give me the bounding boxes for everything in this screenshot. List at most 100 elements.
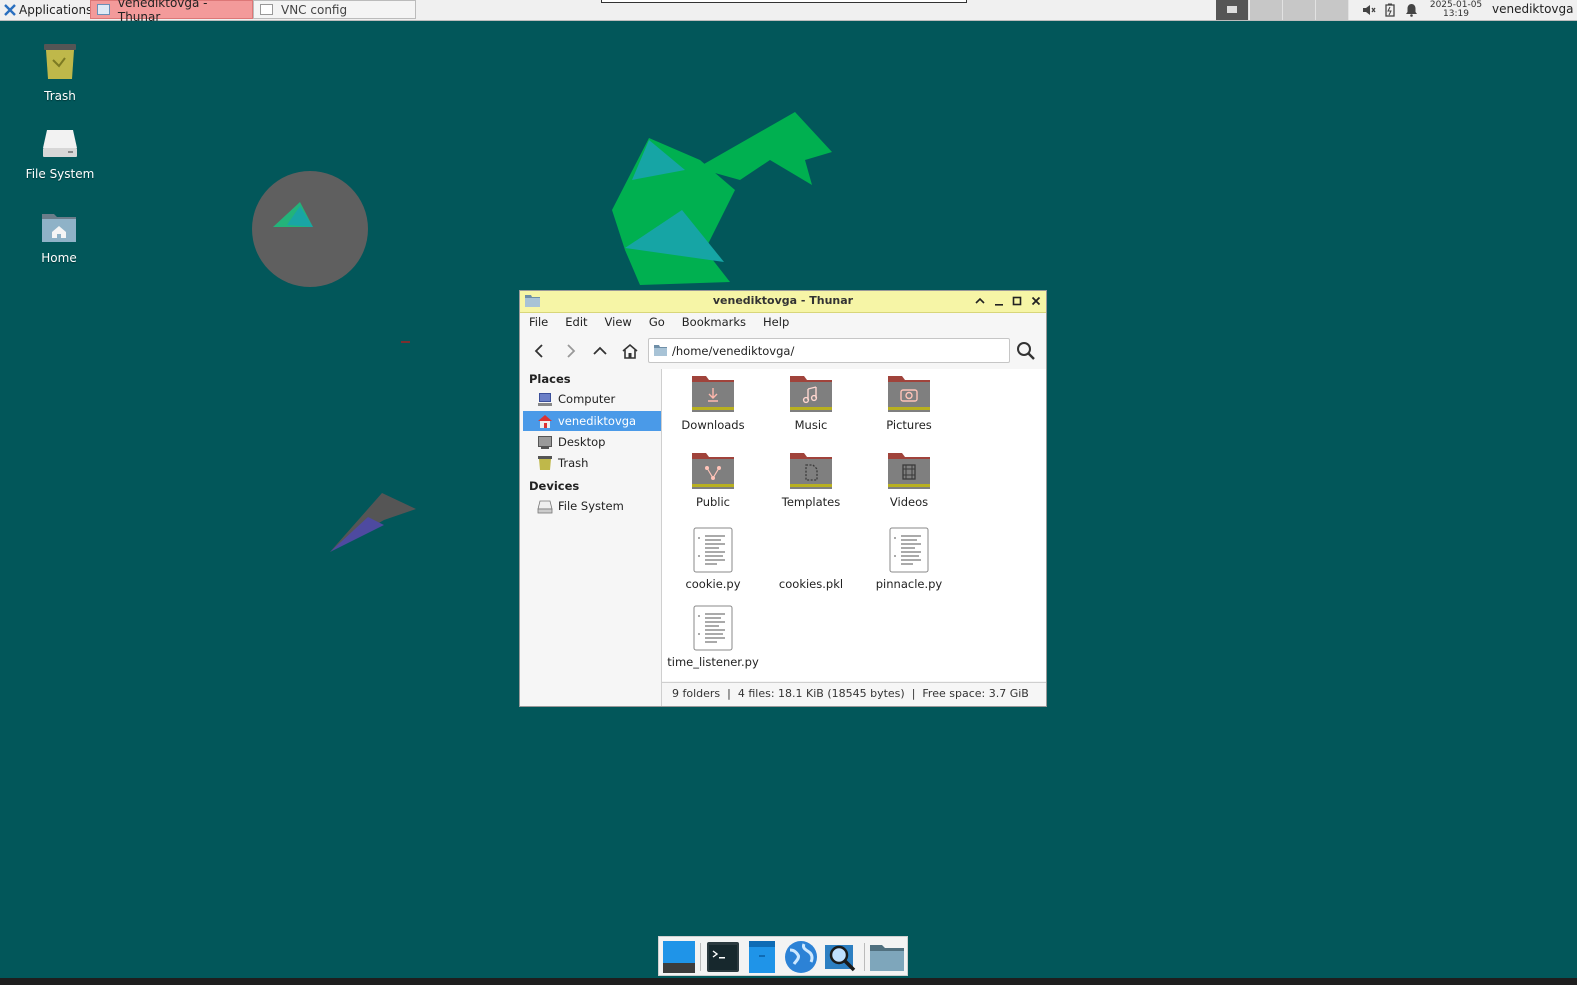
clock[interactable]: 2025-01-05 13:19: [1425, 0, 1487, 21]
search-app-button[interactable]: [824, 940, 858, 974]
status-text: 9 folders | 4 files: 18.1 KiB (18545 byt…: [672, 687, 1029, 700]
drive-icon: [537, 500, 553, 514]
location-bar[interactable]: /home/venediktovga/: [648, 338, 1010, 363]
desktop-icon-label: File System: [25, 167, 95, 181]
applications-menu[interactable]: Applications :: [0, 0, 104, 20]
web-browser-button[interactable]: [784, 940, 818, 974]
file-item-cookie-py[interactable]: cookie.py: [664, 527, 762, 591]
parent-folder-button[interactable]: [588, 339, 612, 363]
text-file-icon: [889, 527, 929, 573]
menu-go[interactable]: Go: [640, 313, 673, 333]
file-name: Templates: [781, 495, 841, 509]
file-item-videos[interactable]: Videos: [860, 451, 958, 509]
desktop-icon-label: Home: [41, 251, 77, 265]
file-name: cookie.py: [685, 577, 741, 591]
volume-muted-icon[interactable]: [1361, 2, 1377, 18]
folder-icon: [870, 945, 904, 971]
file-item-downloads[interactable]: Downloads: [664, 374, 762, 432]
menu-file[interactable]: File: [520, 313, 556, 333]
desktop-icon-home[interactable]: Home: [14, 210, 104, 265]
minimize-button[interactable]: [991, 293, 1007, 309]
file-item-cookies-pkl[interactable]: cookies.pkl: [762, 527, 860, 591]
top-panel: Applications : venediktovga - Thunar VNC…: [0, 0, 1577, 24]
window-titlebar[interactable]: venediktovga - Thunar: [520, 291, 1046, 313]
forward-button[interactable]: [558, 339, 582, 363]
location-path: /home/venediktovga/: [672, 343, 795, 358]
dock-separator: [700, 943, 701, 971]
menu-help[interactable]: Help: [754, 313, 797, 333]
file-item-time-listener-py[interactable]: time_listener.py: [664, 605, 762, 669]
desktop-icon-trash[interactable]: Trash: [15, 42, 105, 103]
arrow-right-icon: [567, 344, 576, 358]
folder-button[interactable]: [870, 940, 904, 974]
close-icon: [1031, 296, 1041, 306]
sidebar-item-home[interactable]: venediktovga: [523, 411, 661, 431]
back-button[interactable]: [528, 339, 552, 363]
window-title: venediktovga - Thunar: [712, 294, 854, 307]
file-item-templates[interactable]: Templates: [762, 451, 860, 509]
show-desktop-icon: [663, 941, 695, 973]
file-name: Pictures: [886, 418, 932, 432]
menu-edit[interactable]: Edit: [556, 313, 595, 333]
home-icon: [538, 415, 552, 428]
file-name: cookies.pkl: [778, 577, 844, 591]
file-item-pinnacle-py[interactable]: pinnacle.py: [860, 527, 958, 591]
menubar: File Edit View Go Bookmarks Help: [520, 313, 1046, 333]
show-desktop-button[interactable]: [662, 940, 696, 974]
arrow-up-icon: [593, 346, 607, 355]
files-button[interactable]: [745, 940, 779, 974]
workspace-2[interactable]: [1250, 0, 1283, 20]
user-menu[interactable]: venediktovga: [1492, 0, 1574, 20]
file-item-public[interactable]: Public: [664, 451, 762, 509]
sidebar: Places Computer venediktovga Desktop Tra…: [520, 369, 662, 706]
workspace-3[interactable]: [1283, 0, 1316, 20]
folder-music-icon: [790, 376, 832, 412]
maximize-icon: [1012, 296, 1022, 306]
file-view[interactable]: Downloads Music Pictures Public Template…: [662, 369, 1046, 681]
battery-icon[interactable]: [1382, 2, 1398, 18]
status-bar: 9 folders | 4 files: 18.1 KiB (18545 byt…: [662, 682, 1046, 706]
folder-downloads-icon: [692, 376, 734, 412]
folder-videos-icon: [888, 453, 930, 489]
desktop-icon: [538, 436, 552, 449]
workspace-4[interactable]: [1316, 0, 1349, 20]
file-item-pictures[interactable]: Pictures: [860, 374, 958, 432]
notification-strip: [601, 0, 967, 3]
file-name: Downloads: [681, 418, 745, 432]
sidebar-item-desktop[interactable]: Desktop: [523, 432, 661, 452]
folder-templates-icon: [790, 453, 832, 489]
dock: [658, 936, 908, 976]
screen-bottom-edge: [0, 978, 1577, 985]
computer-icon: [538, 393, 552, 406]
terminal-button[interactable]: [706, 940, 740, 974]
maximize-button[interactable]: [1009, 293, 1025, 309]
notification-bell-icon[interactable]: [1403, 2, 1419, 18]
devices-heading: Devices: [529, 479, 580, 493]
desktop-icon-file-system[interactable]: File System: [15, 128, 105, 181]
blank-file-icon: [762, 527, 860, 573]
folder-icon: [654, 345, 667, 356]
chevron-up-icon: [975, 297, 985, 304]
home-button[interactable]: [618, 339, 642, 363]
close-button[interactable]: [1028, 293, 1044, 309]
text-file-icon: [693, 605, 733, 651]
file-item-music[interactable]: Music: [762, 374, 860, 432]
sidebar-item-label: Desktop: [558, 435, 606, 449]
sidebar-item-label: Computer: [558, 392, 616, 406]
taskbar-thunar-window[interactable]: venediktovga - Thunar: [90, 0, 253, 24]
sidebar-item-file-system[interactable]: File System: [523, 496, 661, 516]
places-heading: Places: [529, 372, 571, 386]
sidebar-item-trash[interactable]: Trash: [523, 453, 661, 473]
toolbar: /home/venediktovga/: [520, 335, 1046, 367]
sidebar-item-computer[interactable]: Computer: [523, 389, 661, 409]
applications-label: Applications :: [19, 3, 101, 17]
menu-bookmarks[interactable]: Bookmarks: [673, 313, 754, 333]
taskbar-vnc-config-window[interactable]: VNC config: [253, 0, 416, 19]
clock-time: 13:19: [1443, 9, 1469, 19]
thunar-window-icon: [97, 4, 110, 15]
workspace-1[interactable]: [1216, 0, 1249, 20]
search-button[interactable]: [1014, 339, 1038, 363]
sidebar-item-label: File System: [558, 499, 624, 513]
menu-view[interactable]: View: [596, 313, 640, 333]
shade-button[interactable]: [972, 293, 988, 309]
